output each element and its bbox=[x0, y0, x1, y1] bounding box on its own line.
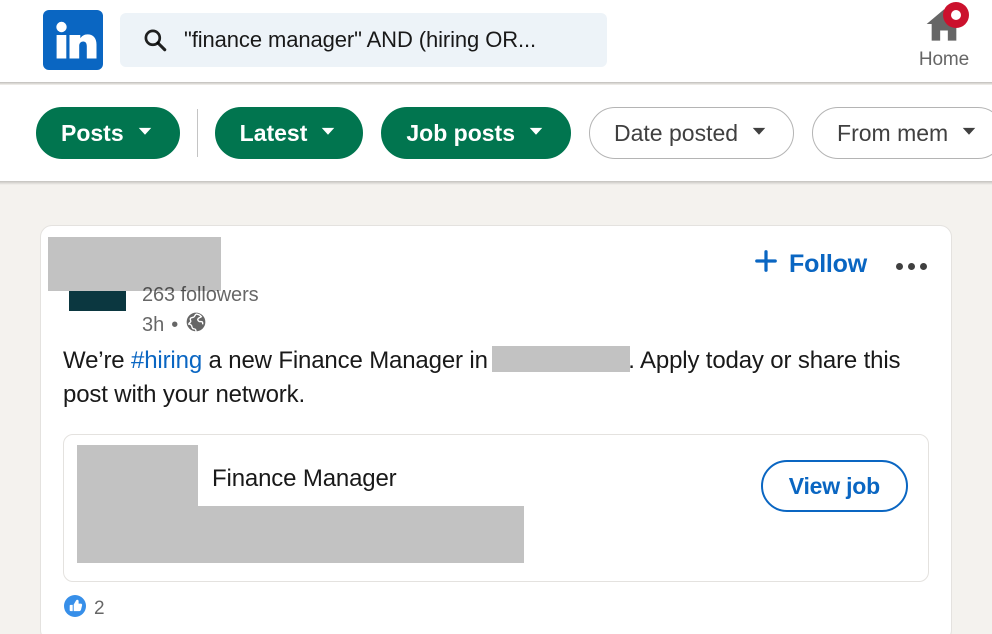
search-input[interactable]: "finance manager" AND (hiring OR... bbox=[120, 13, 607, 67]
filter-pill-latest[interactable]: Latest bbox=[214, 107, 364, 159]
post-meta-separator: • bbox=[171, 313, 179, 336]
post-text-part2: a new Finance Manager in bbox=[202, 347, 495, 374]
post-social-counts: 2 bbox=[41, 582, 951, 634]
post-text-part1: We’re bbox=[63, 347, 132, 374]
view-job-button[interactable]: View job bbox=[760, 460, 908, 512]
search-results-feed: 263 followers 3h • Follow We’re #hiring … bbox=[0, 185, 992, 634]
filter-pill-date-posted-label: Date posted bbox=[614, 119, 739, 146]
chevron-down-icon bbox=[318, 120, 338, 147]
filter-pill-posts[interactable]: Posts bbox=[36, 107, 180, 159]
search-input-value: "finance manager" AND (hiring OR... bbox=[184, 27, 537, 52]
follow-button-label: Follow bbox=[789, 250, 867, 278]
post-meta: 3h • bbox=[142, 311, 207, 339]
post-body-text: We’re #hiring a new Finance Manager in .… bbox=[41, 344, 951, 412]
linkedin-search-results-page: "finance manager" AND (hiring OR... Home… bbox=[0, 0, 992, 634]
filter-pill-posts-label: Posts bbox=[61, 119, 124, 146]
globe-icon bbox=[185, 311, 207, 339]
redacted-company-logo bbox=[77, 445, 198, 563]
linkedin-logo-icon[interactable] bbox=[43, 10, 103, 70]
attached-job-card[interactable]: Finance Manager View job bbox=[63, 434, 929, 582]
view-job-button-label: View job bbox=[788, 472, 880, 499]
home-icon-wrapper bbox=[923, 2, 969, 46]
filter-pill-from-member[interactable]: From mem bbox=[812, 107, 992, 159]
follow-button[interactable]: Follow bbox=[747, 244, 873, 285]
chevron-down-icon bbox=[749, 120, 769, 147]
feed-post-card: 263 followers 3h • Follow We’re #hiring … bbox=[40, 225, 952, 634]
redacted-location bbox=[492, 346, 631, 372]
search-icon bbox=[142, 27, 168, 53]
plus-icon bbox=[753, 248, 779, 281]
reaction-count: 2 bbox=[94, 597, 105, 619]
nav-item-home[interactable]: Home bbox=[905, 2, 983, 71]
post-followers-count: 263 followers bbox=[142, 284, 259, 306]
home-label: Home bbox=[918, 49, 970, 70]
filter-pill-latest-label: Latest bbox=[239, 119, 308, 146]
post-hashtag[interactable]: #hiring bbox=[131, 347, 202, 374]
chevron-down-icon bbox=[959, 120, 979, 147]
notification-badge-icon bbox=[943, 2, 969, 28]
redacted-actor-logo bbox=[69, 291, 126, 311]
search-filter-bar: Posts Latest Job posts Date posted From … bbox=[0, 85, 992, 181]
redacted-actor-name bbox=[48, 237, 221, 291]
filter-divider bbox=[196, 109, 198, 157]
global-header: "finance manager" AND (hiring OR... Home bbox=[0, 0, 992, 82]
job-card-title: Finance Manager bbox=[212, 465, 397, 492]
ellipsis-icon[interactable] bbox=[891, 248, 931, 284]
filter-pill-date-posted[interactable]: Date posted bbox=[589, 107, 795, 159]
filter-pill-from-member-label: From mem bbox=[837, 119, 949, 146]
chevron-down-icon bbox=[526, 120, 546, 147]
filter-pill-job-posts[interactable]: Job posts bbox=[381, 107, 572, 159]
post-age: 3h bbox=[142, 313, 165, 336]
redacted-job-company-location bbox=[198, 506, 524, 563]
filter-pill-job-posts-label: Job posts bbox=[406, 119, 516, 146]
chevron-down-icon bbox=[135, 120, 155, 147]
like-icon[interactable] bbox=[63, 594, 87, 623]
post-header: 263 followers 3h • Follow bbox=[41, 226, 951, 348]
